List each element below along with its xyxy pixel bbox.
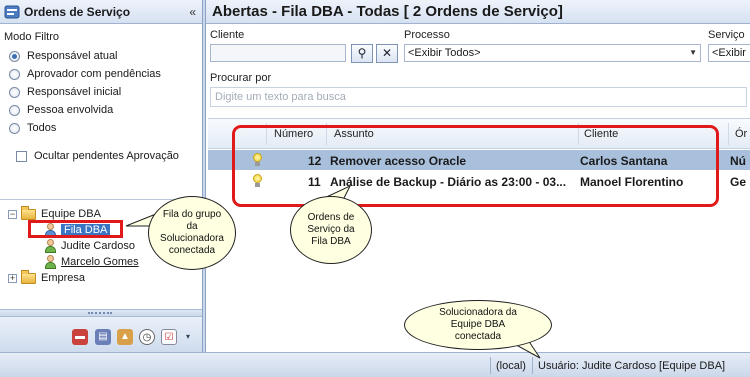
connection-status: (local) [496,360,526,372]
collapse-panel-button[interactable]: « [189,5,196,19]
binoculars-search-button[interactable]: ⚲ [351,44,373,63]
callout-fila-grupo: Fila do grupo da Solucionadora conectada [148,196,236,270]
chevron-down-icon: ▼ [689,48,697,57]
tree-item-label: Judite Cardoso [61,240,135,252]
dropdown-arrow-icon[interactable]: ▾ [183,329,193,345]
client-field[interactable] [210,44,346,62]
status-separator [532,357,533,374]
process-label: Processo [404,29,450,41]
folder-icon [21,205,36,220]
tree-item-judite-cardoso[interactable]: Judite Cardoso [44,238,135,254]
hide-pending-checkbox[interactable] [16,150,27,162]
column-separator[interactable] [728,123,729,145]
filter-mode-label: Modo Filtro [4,31,60,43]
left-toolbar: ▬ ▤ ▲ ◷ ☑ ▾ [0,316,202,352]
radio-button[interactable] [9,122,20,134]
search-input[interactable]: Digite um texto para busca [210,87,747,107]
tree-item-label: Empresa [41,272,86,284]
filter-aprovador[interactable]: Aprovador com pendências [0,65,202,83]
service-select-value: <Exibir [712,47,746,59]
annotation-highlight-orders [232,125,719,207]
column-header-extra[interactable]: Ór [735,128,747,140]
service-orders-icon [4,5,20,18]
tree-item-label: Marcelo Gomes [61,256,139,268]
radio-button[interactable] [9,68,20,80]
user-icon [44,255,57,269]
panel-splitter[interactable] [0,309,202,316]
tree-item-empresa[interactable]: + Empresa [8,269,86,286]
book-icon[interactable]: ▤ [95,329,111,345]
hide-pending-label: Ocultar pendentes Aprovação [34,150,179,162]
search-label: Procurar por [210,72,272,84]
user-icon [44,239,57,253]
current-user-status: Usuário: Judite Cardoso [Equipe DBA] [538,360,726,372]
clock-icon[interactable]: ◷ [139,329,155,345]
cell-extra: Nú [730,154,746,168]
tree-item-marcelo-gomes[interactable]: Marcelo Gomes [44,254,139,270]
folder-icon [21,269,36,284]
process-select-value: <Exibir Todos> [408,47,481,59]
status-bar: (local) Usuário: Judite Cardoso [Equipe … [0,352,750,377]
filter-label: Aprovador com pendências [27,68,161,80]
status-separator [490,357,491,374]
left-panel-title: Ordens de Serviço [24,4,131,19]
filter-label: Responsável inicial [27,86,122,98]
filter-responsavel-inicial[interactable]: Responsável inicial [0,83,202,101]
filter-label: Todos [27,122,57,134]
service-label: Serviço [708,29,745,41]
filter-todos[interactable]: Todos [0,119,202,137]
callout-solucionadora: Solucionadora da Equipe DBA conectada [404,300,552,350]
toolbox-icon[interactable]: ▬ [72,329,88,345]
radio-button[interactable] [9,86,20,98]
callout-text: Fila do grupo da Solucionadora conectada [160,209,224,256]
splitter-grip-icon[interactable] [88,312,112,314]
expand-icon[interactable]: + [8,273,17,283]
service-select[interactable]: <Exibir [708,44,750,62]
checklist-icon[interactable]: ☑ [161,329,177,345]
main-header: Abertas - Fila DBA - Todas [ 2 Ordens de… [206,0,750,24]
filter-pessoa-envolvida[interactable]: Pessoa envolvida [0,101,202,119]
annotation-highlight-queue [28,220,123,238]
clear-client-button[interactable]: ✕ [376,44,398,63]
filter-label: Responsável atual [27,50,118,62]
hide-pending-approval[interactable]: Ocultar pendentes Aprovação [0,147,202,165]
process-select[interactable]: <Exibir Todos> ▼ [404,44,701,62]
cell-extra: Ge [730,175,747,189]
chart-icon[interactable]: ▲ [117,329,133,345]
client-label: Cliente [210,29,245,41]
filter-responsavel-atual[interactable]: Responsável atual [0,47,202,65]
left-panel-header: Ordens de Serviço « [0,0,202,24]
callout-text: Ordens de Serviço da Fila DBA [307,212,355,247]
radio-button[interactable] [9,104,20,116]
radio-button[interactable] [9,50,20,62]
page-title: Abertas - Fila DBA - Todas [ 2 Ordens de… [212,3,563,20]
collapse-icon[interactable]: − [8,209,17,219]
callout-ordens-fila: Ordens de Serviço da Fila DBA [290,196,372,264]
tree-item-label: Equipe DBA [41,208,101,220]
filter-label: Pessoa envolvida [27,104,114,116]
callout-text: Solucionadora da Equipe DBA conectada [439,307,517,342]
